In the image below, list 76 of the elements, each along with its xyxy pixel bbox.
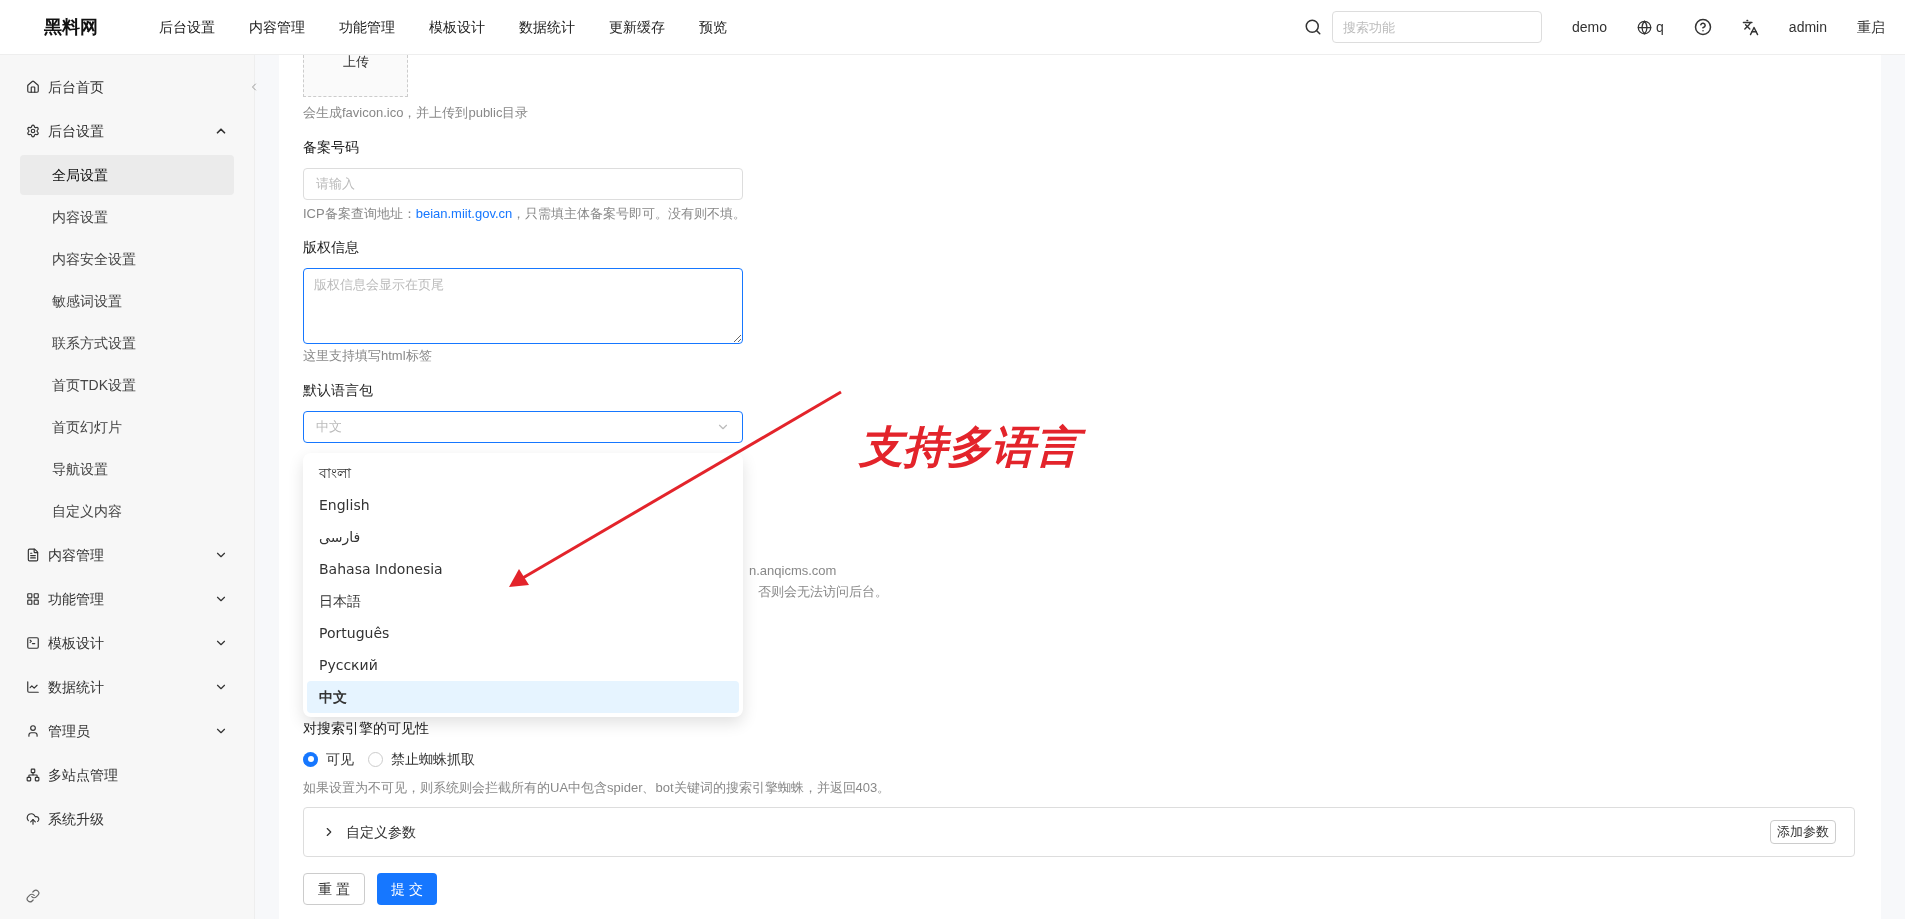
sidebar-subitem[interactable]: 联系方式设置: [20, 323, 234, 363]
dropdown-option[interactable]: বাংলা: [307, 457, 739, 489]
sidebar-item[interactable]: 内容管理: [0, 533, 254, 577]
search-field[interactable]: 搜索功能: [1332, 11, 1543, 43]
reset-button[interactable]: 重 置: [303, 873, 365, 905]
dropdown-option[interactable]: فارسی: [307, 521, 739, 553]
menu-icon: [26, 636, 40, 650]
menu-icon: [26, 680, 40, 694]
sidebar-subitem[interactable]: 首页TDK设置: [20, 365, 234, 405]
menu-icon: [26, 80, 40, 94]
icp-input[interactable]: 请输入: [303, 167, 743, 200]
upload-box[interactable]: 上传: [303, 55, 408, 97]
help-icon[interactable]: [1693, 18, 1712, 36]
sidebar-subitem[interactable]: 敏感词设置: [20, 281, 234, 321]
sidebar-item[interactable]: 多站点管理: [0, 753, 254, 797]
nav-link[interactable]: 模板设计: [428, 16, 486, 38]
site-name[interactable]: demo: [1572, 16, 1608, 38]
field-label: 默认语言包: [303, 380, 374, 400]
globe-icon[interactable]: [1637, 19, 1653, 35]
select-value: 中文: [316, 417, 343, 436]
menu-icon: [26, 812, 40, 826]
dropdown-option[interactable]: 中文: [307, 681, 739, 713]
menu-icon: [26, 548, 40, 562]
upload-label: 上传: [342, 55, 369, 69]
radio-option[interactable]: 可见: [303, 748, 354, 770]
sidebar-item[interactable]: 功能管理: [0, 577, 254, 621]
hint-text: ICP备案查询地址：beian.miit.gov.cn，只需填主体备案号即可。没有则不填。: [303, 204, 748, 223]
link[interactable]: beian.miit.gov.cn: [415, 205, 513, 221]
field-label: 备案号码: [303, 137, 360, 157]
dropdown-option[interactable]: Bahasa Indonesia: [307, 553, 739, 585]
nav-link[interactable]: 预览: [698, 16, 728, 38]
field-label: 对搜索引擎的可见性: [303, 718, 430, 738]
nav-link[interactable]: 功能管理: [338, 16, 396, 38]
submit-button[interactable]: 提 交: [376, 873, 437, 905]
sidebar-item[interactable]: 管理员: [0, 709, 254, 753]
menu-icon: [26, 724, 40, 738]
language-label[interactable]: q: [1656, 16, 1664, 38]
sidebar-item[interactable]: 数据统计: [0, 665, 254, 709]
dropdown-option[interactable]: Русский: [307, 649, 739, 681]
add-param-button[interactable]: 添加参数: [1770, 820, 1836, 844]
search-icon[interactable]: [1304, 18, 1323, 36]
sidebar-item[interactable]: 模板设计: [0, 621, 254, 665]
sidebar-subitem[interactable]: 首页幻灯片: [20, 407, 234, 447]
logo: 黑料网: [43, 15, 99, 39]
dropdown-option[interactable]: Português: [307, 617, 739, 649]
sidebar-subitem[interactable]: 全局设置: [20, 155, 234, 195]
sidebar-item[interactable]: 系统升级: [0, 797, 254, 841]
copyright-textarea[interactable]: 版权信息会显示在页尾: [303, 268, 743, 344]
nav-link[interactable]: 更新缓存: [608, 16, 666, 38]
hint-text: 会生成favicon.ico，并上传到public目录: [303, 104, 530, 122]
sidebar-subitem[interactable]: 导航设置: [20, 449, 234, 489]
sidebar-item[interactable]: 后台首页: [0, 65, 254, 109]
hint-text: 如果设置为不可见，则系统则会拦截所有的UA中包含spider、bot关键词的搜索引擎蜘蛛，并返回403。: [303, 778, 892, 797]
menu-icon: [26, 124, 40, 138]
nav-link[interactable]: 内容管理: [248, 16, 306, 38]
sidebar-item[interactable]: 后台设置: [0, 109, 254, 153]
collapse-toggle[interactable]: 自定义参数: [322, 821, 1770, 843]
restart-button[interactable]: 重启: [1857, 16, 1885, 38]
translate-icon[interactable]: [1741, 18, 1759, 36]
nav-link[interactable]: 数据统计: [518, 16, 576, 38]
radio-option[interactable]: 禁止蜘蛛抓取: [368, 748, 475, 770]
annotation-text: 支持多语言: [851, 419, 1087, 475]
hint-text: n.anqicms.com: [749, 561, 838, 580]
dropdown-option[interactable]: 日本語: [307, 585, 739, 617]
sidebar-subitem[interactable]: 内容设置: [20, 197, 234, 237]
menu-icon: [26, 768, 40, 782]
menu-icon: [26, 592, 40, 606]
user-name[interactable]: admin: [1788, 16, 1827, 38]
dropdown-option[interactable]: English: [307, 489, 739, 521]
field-label: 版权信息: [303, 238, 360, 257]
hint-text: 这里支持填写html标签: [303, 347, 433, 365]
nav-link[interactable]: 后台设置: [158, 16, 216, 38]
sidebar-subitem[interactable]: 自定义内容: [20, 491, 234, 531]
link-icon[interactable]: [26, 889, 40, 903]
sidebar-subitem[interactable]: 内容安全设置: [20, 239, 234, 279]
hint-text: 否则会无法访问后台。: [757, 583, 889, 601]
